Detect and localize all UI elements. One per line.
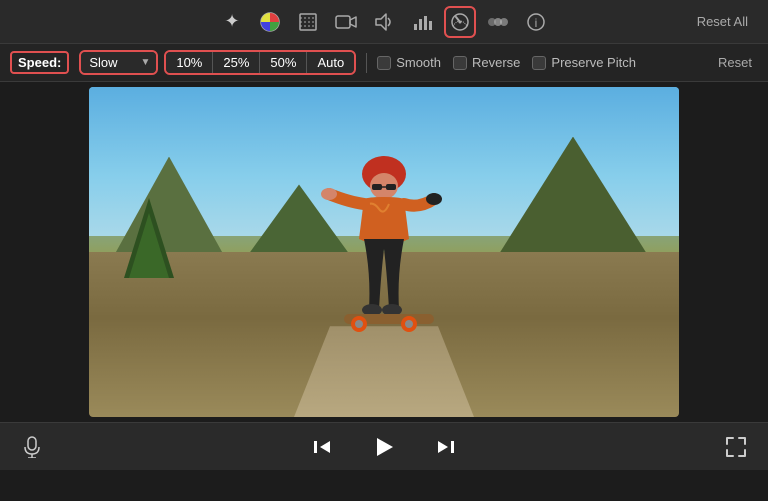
crop-icon[interactable] [292, 6, 324, 38]
reverse-option[interactable]: Reverse [453, 55, 520, 70]
smooth-option[interactable]: Smooth [377, 55, 441, 70]
equalizer-icon[interactable] [406, 6, 438, 38]
magic-wand-icon[interactable]: ✦ [216, 6, 248, 38]
speed-toolbar: Speed: Slow Normal Fast Custom ▼ 10% 25%… [0, 44, 768, 82]
video-area [0, 82, 768, 422]
playback-bar [0, 422, 768, 470]
camera-icon[interactable] [330, 6, 362, 38]
preserve-pitch-checkbox[interactable] [532, 56, 546, 70]
speed-select-wrapper[interactable]: Slow Normal Fast Custom ▼ [79, 50, 158, 75]
divider-1 [366, 53, 367, 73]
reset-all-button[interactable]: Reset All [689, 10, 756, 33]
preset-25-button[interactable]: 25% [213, 52, 260, 73]
audio-icon[interactable] [368, 6, 400, 38]
reverse-checkbox[interactable] [453, 56, 467, 70]
preset-50-button[interactable]: 50% [260, 52, 307, 73]
video-frame [89, 87, 679, 417]
play-button[interactable] [368, 431, 400, 463]
speed-select[interactable]: Slow Normal Fast Custom [81, 52, 156, 73]
skip-forward-button[interactable] [430, 431, 462, 463]
filter-icon[interactable] [482, 6, 514, 38]
top-toolbar: ✦ [0, 0, 768, 44]
reverse-label: Reverse [472, 55, 520, 70]
smooth-checkbox[interactable] [377, 56, 391, 70]
preserve-pitch-option[interactable]: Preserve Pitch [532, 55, 636, 70]
speed-reset-button[interactable]: Reset [712, 53, 758, 72]
speed-presets: 10% 25% 50% Auto [164, 50, 356, 75]
preset-auto-button[interactable]: Auto [307, 52, 354, 73]
microphone-button[interactable] [16, 431, 48, 463]
info-icon[interactable]: i [520, 6, 552, 38]
preset-10-button[interactable]: 10% [166, 52, 213, 73]
smooth-label: Smooth [396, 55, 441, 70]
speed-label: Speed: [10, 51, 69, 74]
svg-text:i: i [535, 16, 538, 30]
skater-figure [309, 144, 459, 344]
skip-back-button[interactable] [306, 431, 338, 463]
video-placeholder [89, 87, 679, 417]
color-wheel-icon[interactable] [254, 6, 286, 38]
preserve-pitch-label: Preserve Pitch [551, 55, 636, 70]
speedometer-icon[interactable] [444, 6, 476, 38]
fullscreen-button[interactable] [720, 431, 752, 463]
trees-left [119, 198, 179, 278]
